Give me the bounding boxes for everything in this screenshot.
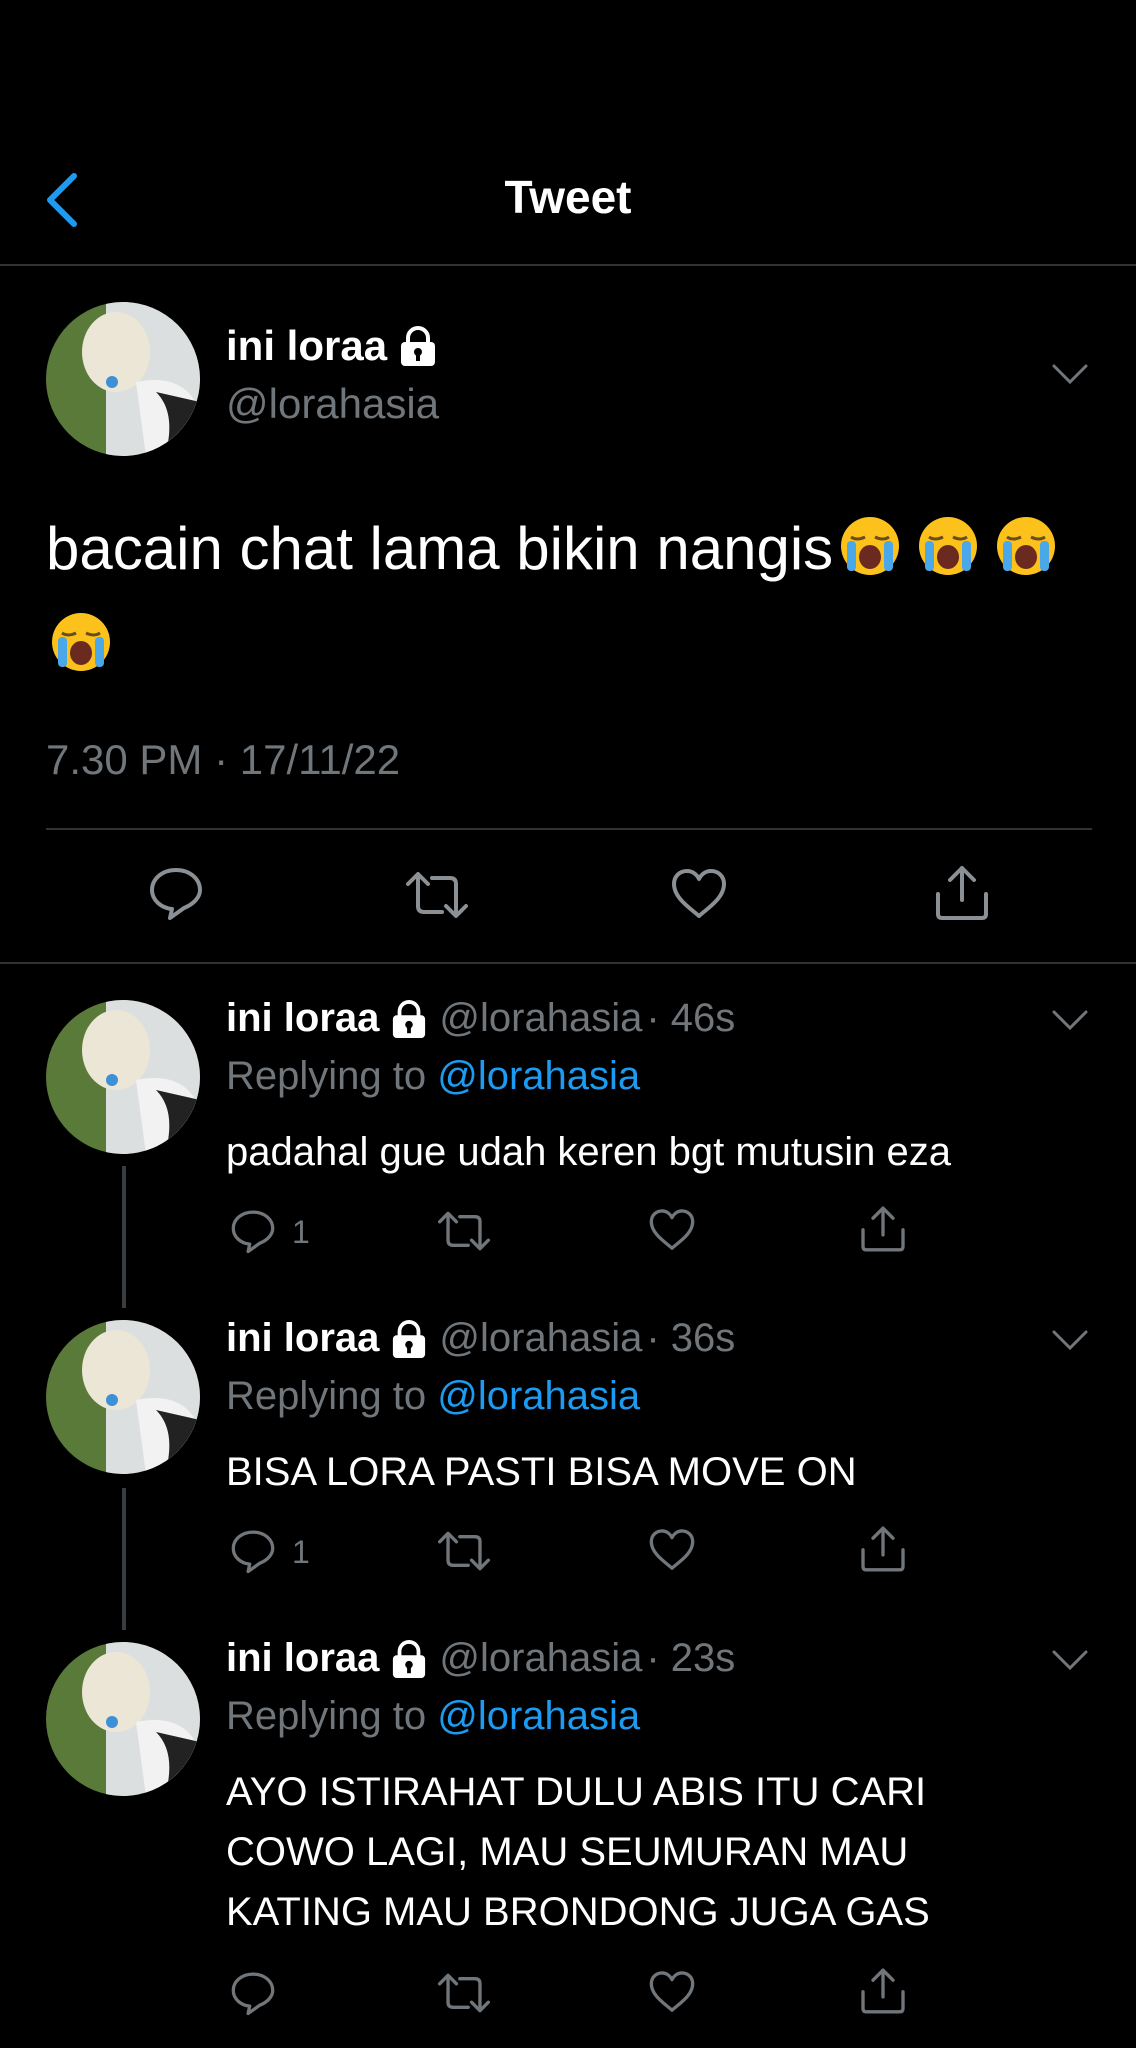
thread-line — [122, 1488, 126, 1630]
retweet-icon — [437, 1211, 491, 1251]
replying-to-label: Replying to — [226, 1374, 427, 1418]
reply-text: BISA LORA PASTI BISA MOVE ON — [226, 1442, 1086, 1502]
chevron-down-icon — [1052, 364, 1088, 385]
lock-icon — [401, 326, 436, 366]
reply-icon — [150, 868, 202, 920]
replying-to-mention[interactable]: @lorahasia — [437, 1054, 640, 1098]
reply-text: AYO ISTIRAHAT DULU ABIS ITU CARI COWO LA… — [226, 1762, 1086, 1942]
like-button[interactable] — [648, 1970, 696, 2019]
avatar[interactable] — [46, 1320, 200, 1474]
heart-icon — [672, 869, 726, 918]
reply-icon — [231, 1972, 275, 2016]
share-button[interactable] — [932, 864, 992, 927]
reply-button[interactable] — [230, 1208, 276, 1259]
reply-author-handle: @lorahasia — [439, 1636, 643, 1680]
reply-author-name: ini loraa — [226, 1636, 380, 1680]
reply-text-line: COWO LAGI, MAU SEUMURAN MAU — [226, 1830, 909, 1874]
reply-text-line: BISA LORA PASTI BISA MOVE ON — [226, 1450, 857, 1494]
crying-face-emoji — [839, 513, 901, 601]
crying-face-emoji — [995, 513, 1057, 601]
reply-text-line: AYO ISTIRAHAT DULU ABIS ITU CARI — [226, 1770, 927, 1814]
tweet-text-content: bacain chat lama bikin nangis — [46, 515, 834, 582]
like-button[interactable] — [648, 1208, 696, 1257]
replying-to: Replying to @lorahasia — [226, 1694, 640, 1739]
share-button[interactable] — [858, 1204, 908, 1259]
share-button[interactable] — [858, 1966, 908, 2021]
reply-author-handle: @lorahasia — [439, 1316, 643, 1360]
retweet-button[interactable] — [404, 870, 470, 925]
reply-time: · 46s — [646, 996, 736, 1040]
reply-header: ini loraa @lorahasia · 23s — [226, 1636, 735, 1681]
replying-to: Replying to @lorahasia — [226, 1374, 640, 1419]
share-button[interactable] — [858, 1524, 908, 1579]
replying-to-label: Replying to — [226, 1694, 427, 1738]
reply-text: padahal gue udah keren bgt mutusin eza — [226, 1122, 1086, 1182]
retweet-icon — [437, 1531, 491, 1571]
reply-time: · 36s — [646, 1316, 736, 1360]
author-name: ini loraa — [226, 322, 437, 370]
author-handle: @lorahasia — [226, 380, 440, 427]
retweet-button[interactable] — [436, 1530, 492, 1577]
share-icon — [861, 1206, 905, 1252]
divider — [46, 828, 1092, 830]
avatar[interactable] — [46, 302, 200, 456]
tweet-actions — [0, 860, 1136, 960]
like-button[interactable] — [648, 1528, 696, 1577]
replying-to: Replying to @lorahasia — [226, 1054, 640, 1099]
reply-author-handle: @lorahasia — [439, 996, 643, 1040]
lock-icon — [393, 999, 426, 1038]
reply-count: 1 — [292, 1214, 310, 1250]
more-options-button[interactable] — [1052, 362, 1088, 391]
chevron-down-icon — [1052, 1330, 1088, 1351]
more-options-button[interactable] — [1052, 1328, 1088, 1357]
heart-icon — [649, 1971, 695, 2012]
reply-count: 1 — [292, 1534, 310, 1570]
avatar[interactable] — [46, 1642, 200, 1796]
reply-text-line: KATING MAU BRONDONG JUGA GAS — [226, 1890, 930, 1934]
tweet-timestamp: 7.30 PM · 17/11/22 — [46, 736, 401, 783]
replying-to-mention[interactable]: @lorahasia — [437, 1374, 640, 1418]
retweet-icon — [437, 1973, 491, 2013]
reply-actions: 1 — [226, 1200, 926, 1260]
crying-face-emoji — [917, 513, 979, 601]
reply-icon — [231, 1210, 275, 1254]
like-button[interactable] — [670, 868, 728, 925]
reply-author-name: ini loraa — [226, 1316, 380, 1360]
lock-icon — [393, 1639, 426, 1678]
reply-text-line: padahal gue udah keren bgt mutusin eza — [226, 1130, 951, 1174]
tweet-text: bacain chat lama bikin nangis — [46, 505, 1096, 697]
reply-icon — [231, 1530, 275, 1574]
reply-author-name: ini loraa — [226, 996, 380, 1040]
share-icon — [861, 1968, 905, 2014]
chevron-down-icon — [1052, 1650, 1088, 1671]
retweet-button[interactable] — [436, 1972, 492, 2019]
thread-line — [122, 1166, 126, 1308]
chevron-down-icon — [1052, 1010, 1088, 1031]
share-icon — [861, 1526, 905, 1572]
more-options-button[interactable] — [1052, 1008, 1088, 1037]
reply-button[interactable] — [230, 1528, 276, 1579]
divider — [0, 962, 1136, 964]
retweet-icon — [406, 872, 468, 918]
retweet-button[interactable] — [436, 1210, 492, 1257]
lock-icon — [393, 1319, 426, 1358]
reply-actions: 1 — [226, 1520, 926, 1580]
share-icon — [936, 866, 988, 920]
crying-face-emoji — [50, 609, 112, 697]
avatar[interactable] — [46, 1000, 200, 1154]
top-bar: Tweet — [0, 0, 1136, 266]
reply-header: ini loraa @lorahasia · 36s — [226, 1316, 735, 1361]
reply-header: ini loraa @lorahasia · 46s — [226, 996, 735, 1041]
reply-time: · 23s — [646, 1636, 736, 1680]
author-name-label: ini loraa — [226, 322, 388, 369]
replying-to-mention[interactable]: @lorahasia — [437, 1694, 640, 1738]
page-title: Tweet — [504, 171, 632, 223]
reply-button[interactable] — [230, 1970, 276, 2021]
more-options-button[interactable] — [1052, 1648, 1088, 1677]
reply-button[interactable] — [148, 866, 204, 925]
heart-icon — [649, 1209, 695, 1250]
heart-icon — [649, 1529, 695, 1570]
reply-actions — [226, 1962, 926, 2022]
replying-to-label: Replying to — [226, 1054, 427, 1098]
